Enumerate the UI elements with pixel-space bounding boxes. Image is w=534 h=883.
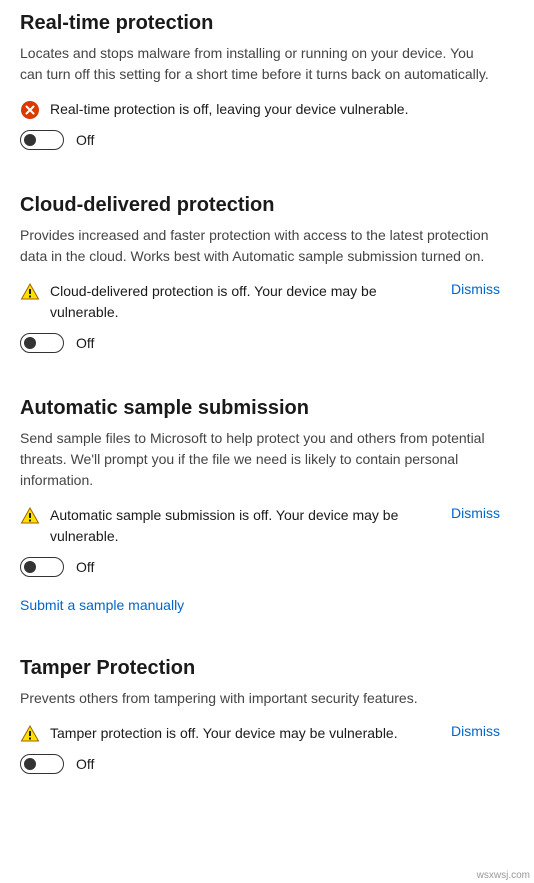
tamper-protection-toggle[interactable]: [20, 754, 64, 774]
toggle-state-label: Off: [76, 132, 94, 148]
toggle-row: Off: [20, 557, 514, 577]
section-tamper-protection: Tamper Protection Prevents others from t…: [20, 657, 514, 774]
toggle-state-label: Off: [76, 335, 94, 351]
toggle-row: Off: [20, 333, 514, 353]
section-description: Send sample files to Microsoft to help p…: [20, 428, 500, 491]
section-description: Prevents others from tampering with impo…: [20, 688, 500, 709]
section-realtime-protection: Real-time protection Locates and stops m…: [20, 12, 514, 150]
section-title: Automatic sample submission: [20, 397, 514, 420]
alert-text: Automatic sample submission is off. Your…: [50, 505, 433, 547]
warning-icon: [20, 282, 40, 302]
warning-icon: [20, 506, 40, 526]
section-title: Tamper Protection: [20, 657, 514, 680]
section-description: Provides increased and faster protection…: [20, 225, 500, 267]
alert-row: Real-time protection is off, leaving you…: [20, 99, 500, 120]
section-sample-submission: Automatic sample submission Send sample …: [20, 397, 514, 613]
section-title: Real-time protection: [20, 12, 514, 35]
sample-submission-toggle[interactable]: [20, 557, 64, 577]
submit-sample-link[interactable]: Submit a sample manually: [20, 597, 184, 613]
alert-row: Tamper protection is off. Your device ma…: [20, 723, 500, 744]
dismiss-link[interactable]: Dismiss: [451, 505, 500, 521]
section-title: Cloud-delivered protection: [20, 194, 514, 217]
alert-row: Cloud-delivered protection is off. Your …: [20, 281, 500, 323]
section-cloud-protection: Cloud-delivered protection Provides incr…: [20, 194, 514, 353]
section-description: Locates and stops malware from installin…: [20, 43, 500, 85]
watermark: wsxwsj.com: [477, 870, 530, 881]
toggle-row: Off: [20, 130, 514, 150]
alert-row: Automatic sample submission is off. Your…: [20, 505, 500, 547]
error-icon: [20, 100, 40, 120]
toggle-state-label: Off: [76, 756, 94, 772]
warning-icon: [20, 724, 40, 744]
dismiss-link[interactable]: Dismiss: [451, 281, 500, 297]
alert-text: Real-time protection is off, leaving you…: [50, 99, 500, 120]
toggle-row: Off: [20, 754, 514, 774]
realtime-protection-toggle[interactable]: [20, 130, 64, 150]
alert-text: Tamper protection is off. Your device ma…: [50, 723, 433, 744]
cloud-protection-toggle[interactable]: [20, 333, 64, 353]
alert-text: Cloud-delivered protection is off. Your …: [50, 281, 433, 323]
toggle-state-label: Off: [76, 559, 94, 575]
dismiss-link[interactable]: Dismiss: [451, 723, 500, 739]
